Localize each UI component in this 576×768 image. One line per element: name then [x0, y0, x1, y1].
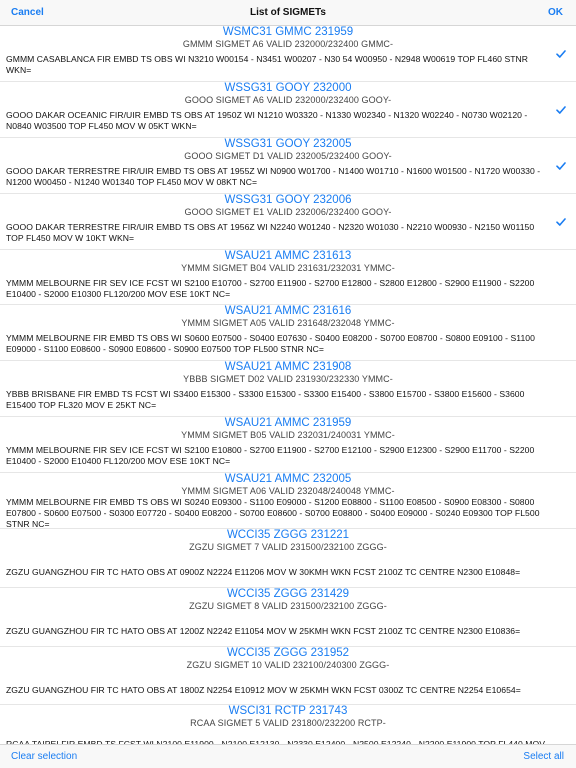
sigmet-validity: YMMM SIGMET B04 VALID 231631/232031 YMMC… — [181, 263, 395, 273]
sigmet-text: YMMM MELBOURNE FIR SEV ICE FCST WI S2100… — [6, 445, 535, 466]
sigmet-row[interactable]: WSAU21 AMMC 231959 YMMM SIGMET B05 VALID … — [0, 417, 576, 473]
sigmet-header: WSAU21 AMMC 231613 — [224, 250, 352, 262]
sigmet-validity: YMMM SIGMET B05 VALID 232031/240031 YMMC… — [181, 430, 395, 440]
checkmark-icon — [556, 218, 566, 226]
select-all-button[interactable]: Select all — [523, 751, 564, 762]
sigmet-text: ZGZU GUANGZHOU FIR TC HATO OBS AT 1800Z … — [6, 685, 521, 695]
sigmet-validity: YMMM SIGMET A06 VALID 232048/240048 YMMC… — [181, 486, 395, 496]
sigmet-validity: GOOO SIGMET E1 VALID 232006/232400 GOOY- — [184, 207, 392, 217]
sigmet-validity: YMMM SIGMET A05 VALID 231648/232048 YMMC… — [181, 318, 395, 328]
sigmet-text: YMMM MELBOURNE FIR EMBD TS OBS WI S0240 … — [6, 497, 540, 529]
sigmet-header: WSSG31 GOOY 232000 — [224, 82, 352, 94]
sigmet-header: WSAU21 AMMC 231908 — [224, 361, 352, 373]
sigmet-validity: GOOO SIGMET D1 VALID 232005/232400 GOOY- — [184, 151, 392, 161]
sigmet-validity: GOOO SIGMET A6 VALID 232000/232400 GOOY- — [184, 95, 392, 105]
sigmet-header: WSAU21 AMMC 231959 — [224, 417, 352, 429]
sigmet-list[interactable]: WSMC31 GMMC 231959 GMMM SIGMET A6 VALID 2… — [0, 26, 576, 744]
sigmet-validity: RCAA SIGMET 5 VALID 231800/232200 RCTP- — [190, 718, 386, 728]
sigmet-validity: ZGZU SIGMET 10 VALID 232100/240300 ZGGG- — [186, 660, 390, 670]
sigmet-row[interactable]: WSAU21 AMMC 231908 YBBB SIGMET D02 VALID … — [0, 361, 576, 417]
sigmet-header: WSCI31 RCTP 231743 — [228, 705, 348, 717]
sigmet-row[interactable]: WSSG31 GOOY 232000 GOOO SIGMET A6 VALID 2… — [0, 82, 576, 138]
sigmet-row[interactable]: WSSG31 GOOY 232005 GOOO SIGMET D1 VALID 2… — [0, 138, 576, 194]
sigmet-text: GMMM CASABLANCA FIR EMBD TS OBS WI N3210… — [6, 54, 529, 75]
page-title: List of SIGMETs — [250, 7, 326, 18]
ok-button[interactable]: OK — [548, 7, 563, 18]
sigmet-text: GOOO DAKAR TERRESTRE FIR/UIR EMBD TS OBS… — [6, 222, 535, 243]
sigmet-text: ZGZU GUANGZHOU FIR TC HATO OBS AT 1200Z … — [6, 626, 521, 636]
sigmet-text: YBBB BRISBANE FIR EMBD TS FCST WI S3400 … — [6, 389, 525, 410]
sigmet-text: ZGZU GUANGZHOU FIR TC HATO OBS AT 0900Z … — [6, 567, 521, 577]
sigmet-header: WCCI35 ZGGG 231952 — [226, 647, 350, 659]
bottom-toolbar: Clear selection Select all — [0, 744, 576, 768]
sigmet-header: WSAU21 AMMC 232005 — [224, 473, 352, 485]
sigmet-header: WCCI35 ZGGG 231429 — [226, 588, 350, 600]
sigmet-header: WCCI35 ZGGG 231221 — [226, 529, 350, 541]
sigmet-row[interactable]: WSCI31 RCTP 231743 RCAA SIGMET 5 VALID 23… — [0, 705, 576, 744]
sigmet-header: WSSG31 GOOY 232005 — [224, 138, 352, 150]
sigmet-text: YMMM MELBOURNE FIR SEV ICE FCST WI S2100… — [6, 278, 535, 299]
sigmet-row[interactable]: WCCI35 ZGGG 231429 ZGZU SIGMET 8 VALID 23… — [0, 588, 576, 647]
navigation-bar: Cancel List of SIGMETs OK — [0, 0, 576, 26]
clear-selection-button[interactable]: Clear selection — [11, 751, 77, 762]
sigmet-row[interactable]: WSAU21 AMMC 231616 YMMM SIGMET A05 VALID … — [0, 305, 576, 361]
sigmet-validity: YBBB SIGMET D02 VALID 231930/232330 YMMC… — [183, 374, 393, 384]
checkmark-icon — [556, 50, 566, 58]
checkmark-icon — [556, 162, 566, 170]
sigmet-validity: ZGZU SIGMET 8 VALID 231500/232100 ZGGG- — [189, 601, 387, 611]
sigmet-header: WSAU21 AMMC 231616 — [224, 305, 352, 317]
sigmet-row[interactable]: WCCI35 ZGGG 231221 ZGZU SIGMET 7 VALID 23… — [0, 529, 576, 588]
sigmet-validity: ZGZU SIGMET 7 VALID 231500/232100 ZGGG- — [189, 542, 387, 552]
sigmet-text: GOOO DAKAR OCEANIC FIR/UIR EMBD TS OBS A… — [6, 110, 528, 131]
sigmet-row[interactable]: WSAU21 AMMC 231613 YMMM SIGMET B04 VALID … — [0, 250, 576, 305]
sigmet-row[interactable]: WSAU21 AMMC 232005 YMMM SIGMET A06 VALID … — [0, 473, 576, 529]
sigmet-text: GOOO DAKAR TERRESTRE FIR/UIR EMBD TS OBS… — [6, 166, 541, 187]
sigmet-row[interactable]: WSMC31 GMMC 231959 GMMM SIGMET A6 VALID 2… — [0, 26, 576, 82]
sigmet-validity: GMMM SIGMET A6 VALID 232000/232400 GMMC- — [182, 39, 394, 49]
sigmet-text: YMMM MELBOURNE FIR EMBD TS OBS WI S0600 … — [6, 333, 535, 354]
sigmet-header: WSMC31 GMMC 231959 — [222, 26, 354, 38]
checkmark-icon — [556, 106, 566, 114]
sigmet-row[interactable]: WSSG31 GOOY 232006 GOOO SIGMET E1 VALID 2… — [0, 194, 576, 250]
sigmet-header: WSSG31 GOOY 232006 — [224, 194, 352, 206]
sigmet-row[interactable]: WCCI35 ZGGG 231952 ZGZU SIGMET 10 VALID 2… — [0, 647, 576, 705]
